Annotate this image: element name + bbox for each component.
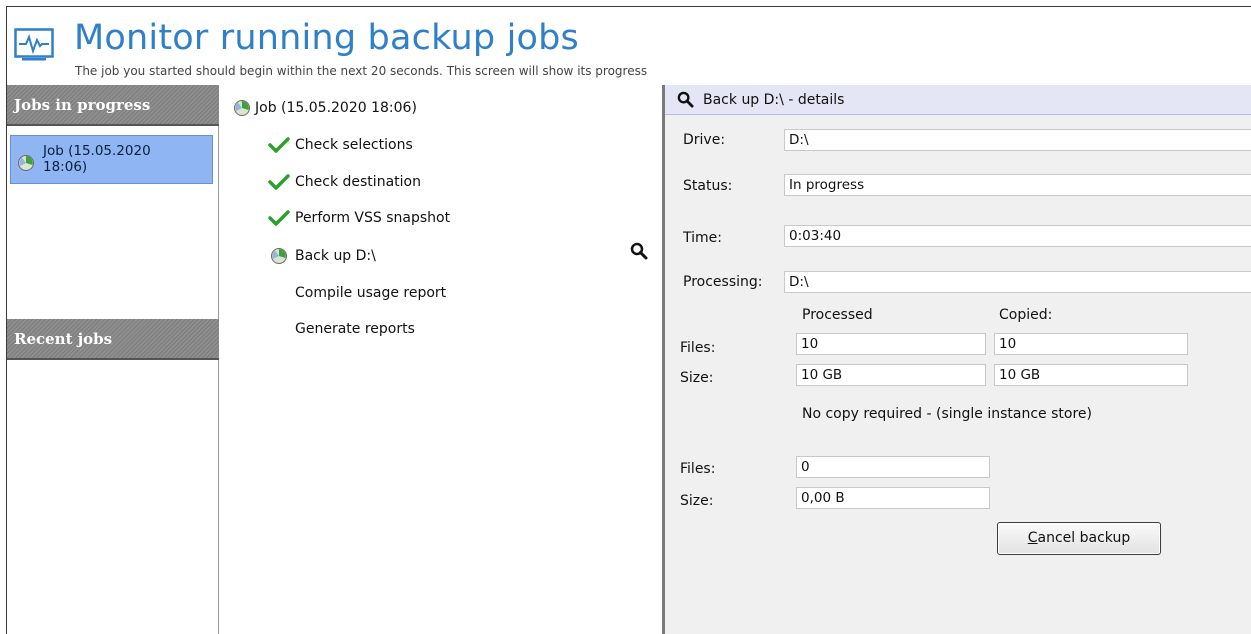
step-label: Generate reports [295,321,415,337]
cancel-button-label: ancel backup [1037,530,1131,546]
step-back-up-drive[interactable]: Back up D:\ [267,247,376,265]
step-label: Check destination [295,174,421,190]
step-perform-vss-snapshot[interactable]: Perform VSS snapshot [267,210,450,226]
tree-root-label: Job (15.05.2020 18:06) [255,100,417,116]
job-running-icon [234,100,250,116]
files-label: Files: [680,340,716,356]
step-label: Perform VSS snapshot [295,210,451,226]
job-steps-tree: Job (15.05.2020 18:06) Check selections … [219,85,663,634]
page-title: Monitor running backup jobs [74,18,579,58]
step-check-destination[interactable]: Check destination [267,174,421,190]
checkmark-icon [268,210,290,226]
cancel-button-mnemonic: C [1027,530,1038,546]
sis-size-field: 0,00 B [796,487,990,509]
jobs-sidebar: Jobs in progress Job (15.05.2020 18:06) … [7,85,219,634]
sidebar-job-label: Job (15.05.2020 18:06) [43,143,151,175]
copied-column-header: Copied: [999,307,1053,323]
checkmark-icon [268,137,290,153]
search-icon [677,91,694,108]
sidebar-item-running-job[interactable]: Job (15.05.2020 18:06) [10,135,213,184]
size-label: Size: [680,370,714,386]
sis-files-label: Files: [680,461,716,477]
view-details-search-icon[interactable] [630,242,648,260]
checkmark-icon [268,174,290,190]
job-running-icon [271,248,287,264]
sis-files-field: 0 [796,456,990,478]
processing-label: Processing: [683,274,763,290]
step-label: Back up D:\ [295,248,376,264]
details-heading: Back up D:\ - details [703,91,845,108]
processed-column-header: Processed [802,307,873,323]
step-check-selections[interactable]: Check selections [267,137,413,153]
status-label: Status: [683,178,733,194]
step-label: Compile usage report [295,285,447,301]
processed-files-field: 10 [796,333,986,355]
details-panel: Back up D:\ - details Drive: D:\ Status:… [665,85,1251,634]
step-label: Check selections [295,137,413,153]
copied-files-field: 10 [994,333,1188,355]
drive-field: D:\ [784,129,1251,151]
no-copy-note: No copy required - (single instance stor… [802,406,1092,422]
cancel-backup-button[interactable]: Cancel backup [997,522,1161,555]
time-label: Time: [683,230,722,246]
step-generate-reports[interactable]: Generate reports [267,321,415,337]
tree-root-job[interactable]: Job (15.05.2020 18:06) [233,99,417,117]
monitor-pulse-icon [14,28,54,61]
jobs-in-progress-heading: Jobs in progress [7,85,219,126]
status-field: In progress [784,174,1251,196]
copied-size-field: 10 GB [994,364,1188,386]
time-field: 0:03:40 [784,225,1251,247]
recent-jobs-heading: Recent jobs [7,319,219,360]
step-compile-usage-report[interactable]: Compile usage report [267,285,446,301]
processing-field: D:\ [784,271,1251,293]
details-header: Back up D:\ - details [665,85,1251,115]
page-subtitle: The job you started should begin within … [75,64,648,78]
drive-label: Drive: [683,132,726,148]
sis-size-label: Size: [680,493,714,509]
job-running-icon [18,155,34,171]
processed-size-field: 10 GB [796,364,986,386]
